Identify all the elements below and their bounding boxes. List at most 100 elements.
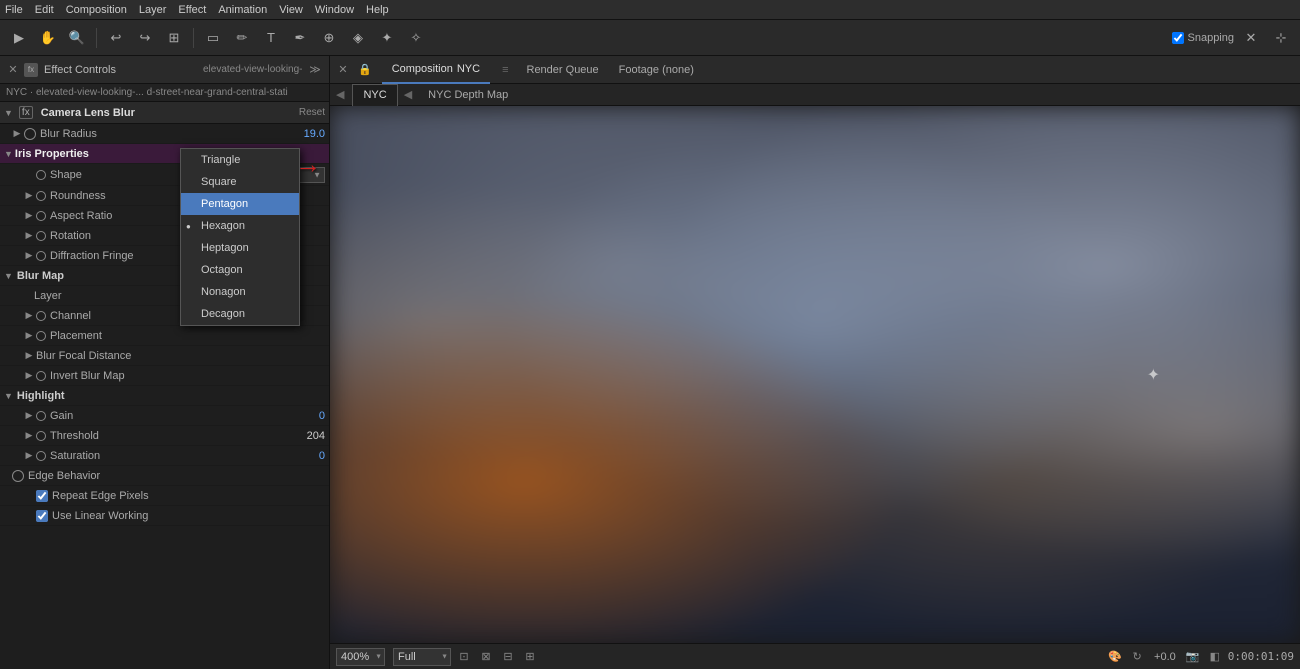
camera-lens-blur-header[interactable]: ▼ fx Camera Lens Blur Reset — [0, 102, 329, 124]
saturation-expand[interactable]: ▶ — [24, 451, 34, 461]
threshold-label: Threshold — [50, 430, 307, 442]
toolbar-separator-2 — [193, 28, 194, 48]
blur-radius-expand[interactable]: ▶ — [12, 129, 22, 139]
panel-layer-name: elevated-view-looking-... d-si — [203, 64, 303, 75]
comp-panel-header: ✕ 🔒 Composition NYC ≡ Render Queue Foota… — [330, 56, 1300, 84]
zoom-tool-button[interactable]: 🔍 — [64, 25, 90, 51]
color-picker-button[interactable]: 🎨 — [1106, 648, 1124, 666]
redo-button[interactable]: ↪ — [132, 25, 158, 51]
anchor-tool-button[interactable]: ⊕ — [316, 25, 342, 51]
dropdown-item-octagon[interactable]: Octagon — [181, 259, 299, 281]
safe-zones-button[interactable]: ⊠ — [477, 648, 495, 666]
rulers-button[interactable]: ⊞ — [521, 648, 539, 666]
menu-window[interactable]: Window — [315, 4, 354, 16]
saturation-row: ▶ Saturation 0 — [0, 446, 329, 466]
panel-close-button[interactable]: ✕ — [6, 63, 20, 77]
threshold-row: ▶ Threshold 204 — [0, 426, 329, 446]
channel-expand[interactable]: ▶ — [24, 311, 34, 321]
blur-focal-distance-expand[interactable]: ▶ — [24, 351, 34, 361]
pen-tool-button[interactable]: ✒ — [287, 25, 313, 51]
rotation-button[interactable]: ↻ — [1128, 648, 1146, 666]
layer-path-text: NYC · elevated-view-looking-... d-street… — [6, 87, 288, 98]
footage-button[interactable]: Footage (none) — [613, 64, 700, 76]
threshold-value[interactable]: 204 — [307, 430, 325, 442]
quality-select[interactable]: Full Half Quarter — [393, 648, 451, 666]
bottom-toolbar: 400% 200% 100% 50% Full Half Quarter ⊡ ⊠… — [330, 643, 1300, 669]
undo-button[interactable]: ↩ — [103, 25, 129, 51]
rotation-expand[interactable]: ▶ — [24, 231, 34, 241]
dropdown-item-triangle[interactable]: Triangle — [181, 149, 299, 171]
toolbar: ▶ ✋ 🔍 ↩ ↪ ⊞ ▭ ✏ T ✒ ⊕ ◈ ✦ ✧ Snapping ✕ ⊹ — [0, 20, 1300, 56]
threshold-icon — [36, 431, 46, 441]
arrow-indicator: → — [295, 149, 321, 180]
timecode-display: 0:00:01:09 — [1228, 650, 1294, 663]
text-tool-button[interactable]: T — [258, 25, 284, 51]
gain-value[interactable]: 0 — [319, 410, 325, 422]
fill-tool-button[interactable]: ◈ — [345, 25, 371, 51]
comp-back-icon[interactable]: ◀ — [336, 88, 344, 101]
comp-close-button[interactable]: ✕ — [336, 63, 350, 77]
rect-tool-button[interactable]: ▭ — [200, 25, 226, 51]
menubar: File Edit Composition Layer Effect Anima… — [0, 0, 1300, 20]
gain-expand[interactable]: ▶ — [24, 411, 34, 421]
snapping-options-button[interactable]: ✕ — [1238, 25, 1264, 51]
brush-tool-button[interactable]: ✏ — [229, 25, 255, 51]
dropdown-item-decagon[interactable]: Decagon — [181, 303, 299, 325]
dropdown-item-square[interactable]: Square — [181, 171, 299, 193]
nyc-depth-map-sub-tab[interactable]: NYC Depth Map — [418, 84, 518, 106]
diffraction-fringe-icon — [36, 251, 46, 261]
edge-behavior-icon — [12, 470, 24, 482]
blur-radius-value[interactable]: 19.0 — [304, 128, 325, 140]
placement-expand[interactable]: ▶ — [24, 331, 34, 341]
iris-expand-icon: ▼ — [4, 149, 13, 159]
gain-row: ▶ Gain 0 — [0, 406, 329, 426]
dropdown-item-nonagon[interactable]: Nonagon — [181, 281, 299, 303]
layer-path: NYC · elevated-view-looking-... d-street… — [0, 84, 329, 102]
composition-tab[interactable]: Composition NYC — [382, 56, 490, 84]
menu-view[interactable]: View — [279, 4, 303, 16]
main-layout: ✕ fx Effect Controls elevated-view-looki… — [0, 56, 1300, 669]
snapping-checkbox[interactable] — [1172, 32, 1184, 44]
dropdown-item-heptagon[interactable]: Heptagon — [181, 237, 299, 259]
grid-button[interactable]: ⊟ — [499, 648, 517, 666]
saturation-value[interactable]: 0 — [319, 450, 325, 462]
dropdown-item-hexagon[interactable]: Hexagon — [181, 215, 299, 237]
menu-file[interactable]: File — [5, 4, 23, 16]
edit-button[interactable]: ⊞ — [161, 25, 187, 51]
sub-tab-separator: ◀ — [404, 88, 412, 101]
menu-help[interactable]: Help — [366, 4, 389, 16]
menu-composition[interactable]: Composition — [66, 4, 127, 16]
nyc-sub-tab[interactable]: NYC — [352, 84, 397, 106]
highlight-section-header[interactable]: ▼ Highlight — [0, 386, 329, 406]
menu-layer[interactable]: Layer — [139, 4, 167, 16]
diffraction-fringe-expand[interactable]: ▶ — [24, 251, 34, 261]
gain-label: Gain — [50, 410, 319, 422]
menu-animation[interactable]: Animation — [218, 4, 267, 16]
dropdown-item-pentagon[interactable]: Pentagon — [181, 193, 299, 215]
snap-target-button[interactable]: ⊹ — [1268, 25, 1294, 51]
snapshot-show-button[interactable]: ◧ — [1206, 648, 1224, 666]
color-value: +0.0 — [1154, 651, 1176, 663]
aspect-ratio-expand[interactable]: ▶ — [24, 211, 34, 221]
mask-tool-button[interactable]: ✧ — [403, 25, 429, 51]
use-linear-working-checkbox[interactable] — [36, 510, 48, 522]
puppet-tool-button[interactable]: ✦ — [374, 25, 400, 51]
toolbar-separator-1 — [96, 28, 97, 48]
menu-edit[interactable]: Edit — [35, 4, 54, 16]
hand-tool-button[interactable]: ✋ — [35, 25, 61, 51]
repeat-edge-pixels-checkbox[interactable] — [36, 490, 48, 502]
select-tool-button[interactable]: ▶ — [6, 25, 32, 51]
threshold-expand[interactable]: ▶ — [24, 431, 34, 441]
panel-expand-button[interactable]: ≫ — [307, 62, 323, 78]
right-panel: ✕ 🔒 Composition NYC ≡ Render Queue Foota… — [330, 56, 1300, 669]
effect-reset-button[interactable]: Reset — [299, 107, 325, 118]
zoom-select[interactable]: 400% 200% 100% 50% — [336, 648, 385, 666]
effect-name-label: Camera Lens Blur — [41, 107, 135, 119]
render-queue-button[interactable]: Render Queue — [521, 64, 605, 76]
snapshot-button[interactable]: 📷 — [1184, 648, 1202, 666]
viewport: ✦ — [330, 106, 1300, 643]
menu-effect[interactable]: Effect — [178, 4, 206, 16]
roundness-expand[interactable]: ▶ — [24, 191, 34, 201]
invert-blur-map-expand[interactable]: ▶ — [24, 371, 34, 381]
fit-view-button[interactable]: ⊡ — [455, 648, 473, 666]
